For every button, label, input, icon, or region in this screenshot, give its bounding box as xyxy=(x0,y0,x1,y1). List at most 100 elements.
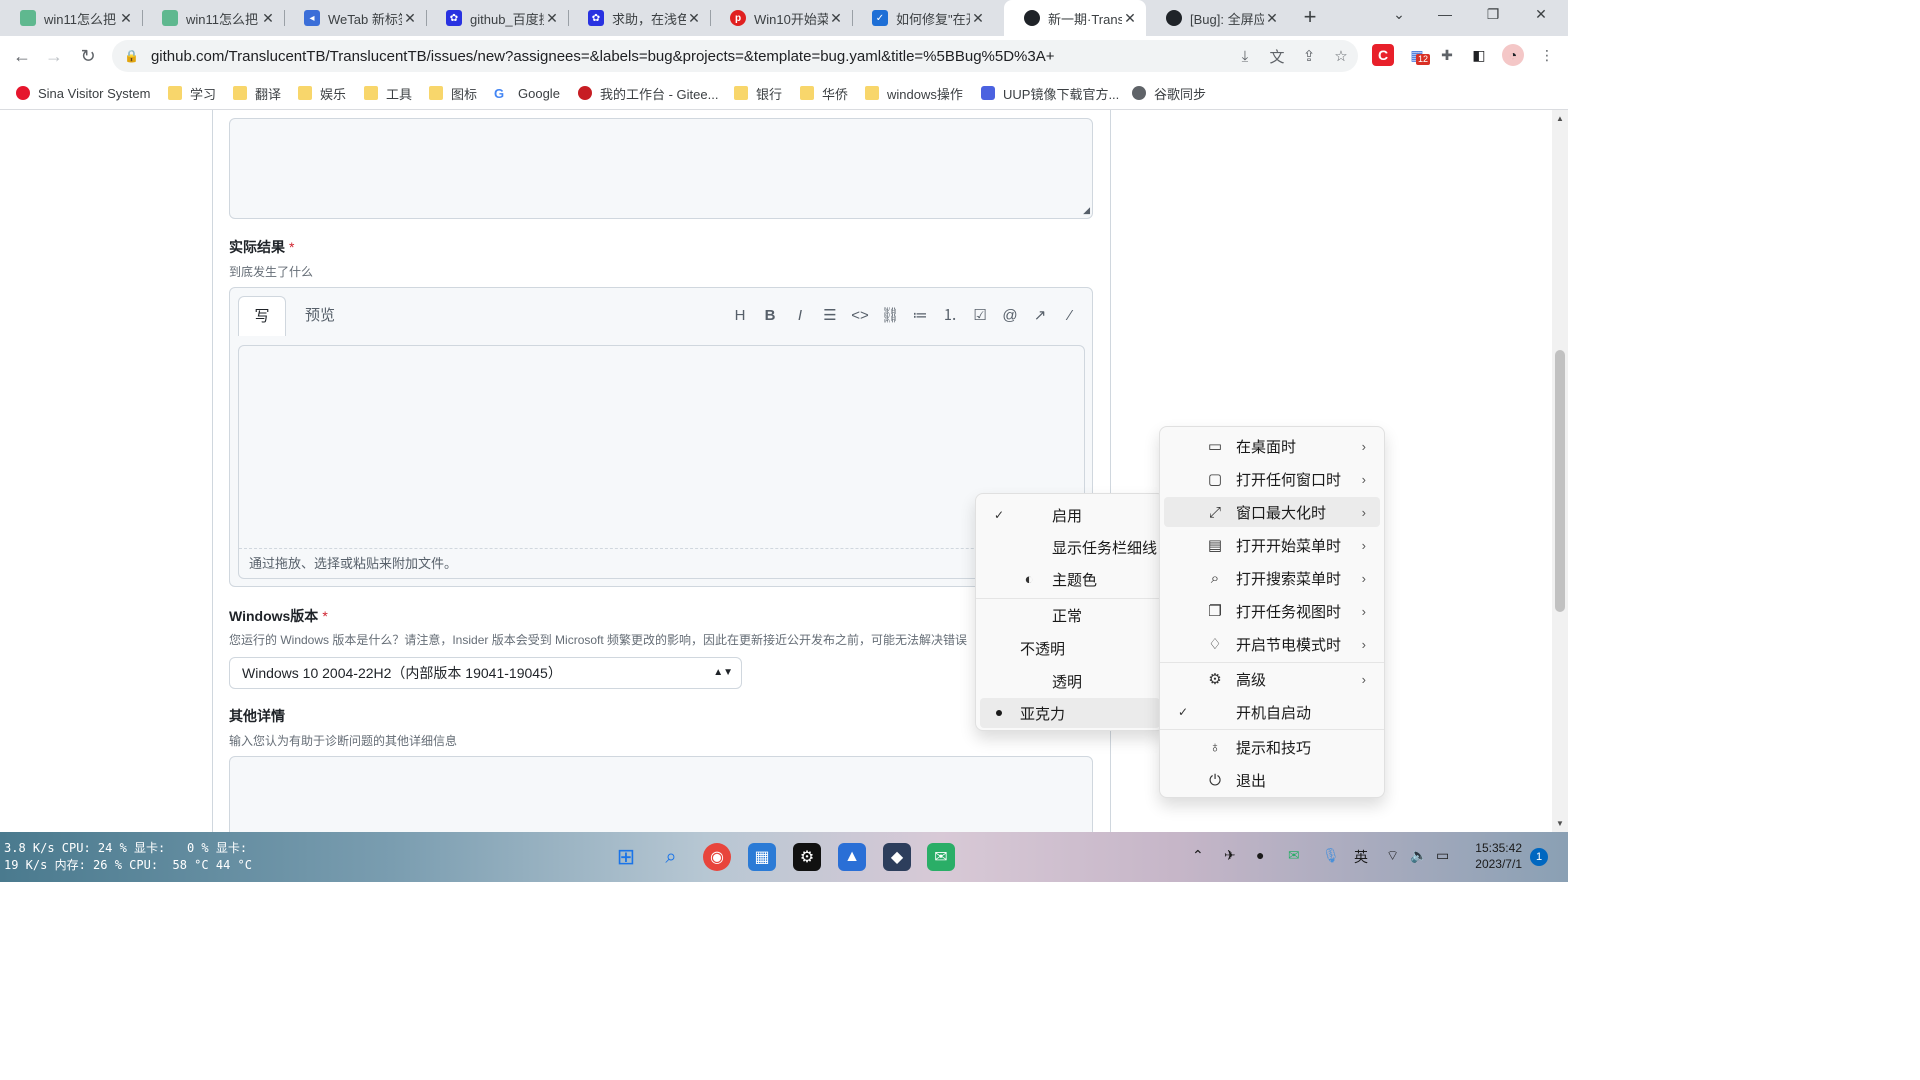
bookmark-item[interactable]: UUP镜像下载官方... xyxy=(981,83,1119,103)
menu-item-tips[interactable]: ♁ 提示和技巧 xyxy=(1164,732,1380,762)
menu-item-advanced[interactable]: ⚙ 高级 › xyxy=(1164,664,1380,694)
close-tab-icon[interactable]: ✕ xyxy=(970,10,986,27)
clock[interactable]: 15:35:42 2023/7/1 xyxy=(1470,840,1522,872)
bold-icon[interactable]: B xyxy=(758,304,782,328)
bookmark-item[interactable]: 娱乐 xyxy=(298,83,346,103)
resize-grip-icon[interactable]: ◢ xyxy=(1083,205,1090,216)
bookmark-star-icon[interactable]: ☆ xyxy=(1330,47,1352,65)
share-icon[interactable]: ⇪ xyxy=(1298,47,1320,65)
menu-item-acrylic[interactable]: 亚克力 xyxy=(980,698,1160,728)
reference-icon[interactable]: ↗ xyxy=(1028,304,1052,328)
bookmark-item[interactable]: 学习 xyxy=(168,83,216,103)
menu-item-any-window[interactable]: ▢ 打开任何窗口时 › xyxy=(1164,464,1380,494)
side-panel-icon[interactable]: ◧ xyxy=(1468,44,1490,66)
page-scrollbar[interactable]: ▲ ▼ xyxy=(1552,110,1568,832)
qq-icon[interactable]: ● xyxy=(1256,847,1264,863)
close-tab-icon[interactable]: ✕ xyxy=(544,10,560,27)
menu-item-start-menu[interactable]: ▤ 打开开始菜单时 › xyxy=(1164,530,1380,560)
reload-icon[interactable]: ↻ xyxy=(74,42,102,70)
store-icon[interactable]: ▦ xyxy=(748,843,776,871)
bookmark-item[interactable]: Sina Visitor System xyxy=(16,83,150,103)
search-taskbar-icon[interactable]: ⌕ xyxy=(657,843,685,871)
microphone-icon[interactable]: 🎙 xyxy=(1322,847,1340,864)
menu-item-opaque[interactable]: 不透明 xyxy=(980,633,1160,663)
volume-icon[interactable]: 🔈 xyxy=(1410,847,1427,864)
wechat-tray-icon[interactable]: ✉ xyxy=(1288,847,1300,864)
italic-icon[interactable]: I xyxy=(788,304,812,328)
code-icon[interactable]: <> xyxy=(848,304,872,328)
wechat-icon[interactable]: ✉ xyxy=(927,843,955,871)
chrome-icon[interactable]: ◉ xyxy=(703,843,731,871)
address-bar[interactable]: 🔒 github.com/TranslucentTB/TranslucentTB… xyxy=(112,40,1358,72)
menu-item-autostart[interactable]: ✓ 开机自启动 xyxy=(1164,697,1380,727)
bookmark-item[interactable]: 翻译 xyxy=(233,83,281,103)
cat-app-icon[interactable]: ◆ xyxy=(883,843,911,871)
bookmark-item[interactable]: 谷歌同步 xyxy=(1132,83,1206,103)
menu-item-battery-saver[interactable]: ♢ 开启节电模式时 › xyxy=(1164,629,1380,659)
heading-icon[interactable]: H xyxy=(728,304,752,328)
bookmark-item[interactable]: 银行 xyxy=(734,83,782,103)
browser-tab[interactable]: [Bug]: 全屏应 ✕ xyxy=(1146,0,1288,36)
battery-icon[interactable]: ▭ xyxy=(1436,847,1449,864)
bookmark-item[interactable]: 我的工作台 - Gitee... xyxy=(578,83,718,103)
install-app-icon[interactable]: ⤓ xyxy=(1234,48,1256,65)
restore-button[interactable]: ❐ xyxy=(1470,0,1516,30)
browser-tab[interactable]: win11怎么把 ✕ xyxy=(142,0,284,36)
close-tab-icon[interactable]: ✕ xyxy=(686,10,702,27)
menu-item-desktop[interactable]: ▭ 在桌面时 › xyxy=(1164,431,1380,461)
profile-avatar[interactable]: ◔ xyxy=(1502,44,1524,66)
tray-overflow-icon[interactable]: ⌃ xyxy=(1192,847,1204,864)
actual-result-textarea[interactable]: 通过拖放、选择或粘贴来附加文件。 xyxy=(238,345,1085,579)
lock-icon[interactable]: 🔒 xyxy=(124,49,139,63)
menu-item-task-view[interactable]: ❐ 打开任务视图时 › xyxy=(1164,596,1380,626)
scroll-thumb[interactable] xyxy=(1555,350,1565,612)
menu-item-exit[interactable]: ⏻ 退出 xyxy=(1164,765,1380,795)
ime-indicator[interactable]: 英 xyxy=(1354,847,1368,867)
close-window-button[interactable]: ✕ xyxy=(1518,0,1564,30)
windows-start-icon[interactable]: ⊞ xyxy=(612,843,640,871)
settings-gear-icon[interactable]: ⚙ xyxy=(793,843,821,871)
close-tab-icon[interactable]: ✕ xyxy=(1264,10,1280,27)
tray-app-icon[interactable]: ✈ xyxy=(1224,847,1236,864)
close-tab-icon[interactable]: ✕ xyxy=(260,10,276,27)
close-tab-icon[interactable]: ✕ xyxy=(1122,10,1138,27)
attach-files-hint[interactable]: 通过拖放、选择或粘贴来附加文件。 xyxy=(239,548,1084,578)
browser-tab[interactable]: p Win10开始菜 ✕ xyxy=(710,0,852,36)
notification-badge[interactable]: 1 xyxy=(1530,848,1548,866)
windows-version-select[interactable]: Windows 10 2004-22H2（内部版本 19041-19045） ▲… xyxy=(229,657,742,689)
browser-tab[interactable]: ✿ github_百度搜 ✕ xyxy=(426,0,568,36)
bookmark-item[interactable]: 华侨 xyxy=(800,83,848,103)
other-details-textarea[interactable] xyxy=(229,756,1093,832)
forward-arrow-icon[interactable]: → xyxy=(40,42,68,70)
translate-icon[interactable]: 文 xyxy=(1266,46,1288,67)
scroll-up-arrow-icon[interactable]: ▲ xyxy=(1552,114,1568,123)
minimize-button[interactable]: — xyxy=(1422,0,1468,30)
quote-icon[interactable]: ☰ xyxy=(818,304,842,328)
menu-item-normal[interactable]: 正常 xyxy=(980,600,1160,630)
menu-item-taskbar-line[interactable]: 显示任务栏细线 xyxy=(980,532,1160,562)
extension-c-icon[interactable]: C xyxy=(1372,44,1394,66)
browser-tab-active[interactable]: 新一期·Transl ✕ xyxy=(1004,0,1146,36)
back-arrow-icon[interactable]: ← xyxy=(8,42,36,70)
tab-preview[interactable]: 预览 xyxy=(296,296,344,336)
numbered-list-icon[interactable]: ⒈ xyxy=(938,304,962,328)
slash-command-icon[interactable]: ⁄ xyxy=(1058,304,1082,328)
tab-write[interactable]: 写 xyxy=(238,296,286,336)
close-tab-icon[interactable]: ✕ xyxy=(828,10,844,27)
menu-item-search[interactable]: ⌕ 打开搜索菜单时 › xyxy=(1164,563,1380,593)
extensions-puzzle-icon[interactable]: ✚ xyxy=(1436,44,1458,66)
mention-icon[interactable]: @ xyxy=(998,304,1022,328)
bullet-list-icon[interactable]: ≔ xyxy=(908,304,932,328)
bookmark-item[interactable]: G Google xyxy=(494,83,560,103)
bookmark-item[interactable]: windows操作 xyxy=(865,83,963,103)
link-icon[interactable]: ⛓ xyxy=(878,304,902,328)
new-tab-button[interactable]: + xyxy=(1296,4,1324,32)
bookmark-item[interactable]: 图标 xyxy=(429,83,477,103)
wifi-icon[interactable]: ⌔ xyxy=(1386,847,1399,865)
bookmark-item[interactable]: 工具 xyxy=(364,83,412,103)
photos-icon[interactable]: ▲ xyxy=(838,843,866,871)
scroll-down-arrow-icon[interactable]: ▼ xyxy=(1552,819,1568,828)
extension-apps-icon[interactable]: ▦ 12 xyxy=(1406,44,1431,66)
menu-dots-icon[interactable]: ⋮ xyxy=(1536,44,1558,66)
close-tab-icon[interactable]: ✕ xyxy=(118,10,134,27)
